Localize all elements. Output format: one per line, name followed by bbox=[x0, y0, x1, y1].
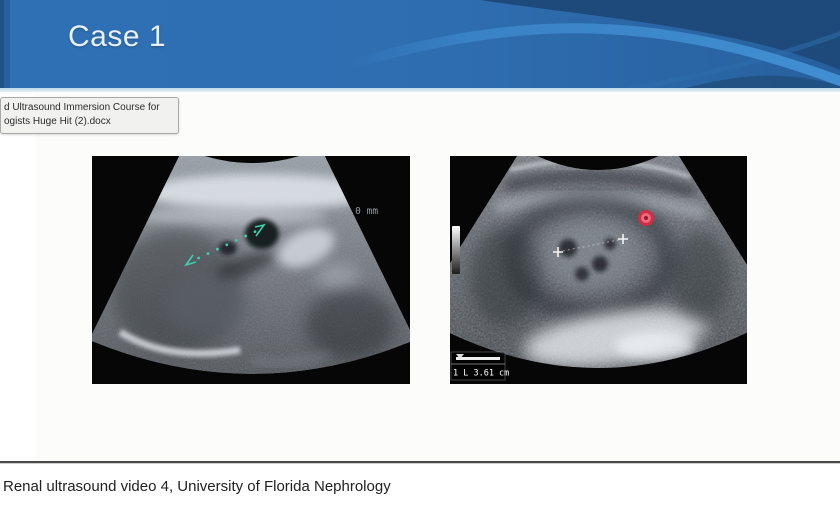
banner-underline bbox=[0, 88, 840, 92]
ultrasound-image-right: 1 L 3.61 cm bbox=[450, 156, 747, 384]
filename-tooltip: d Ultrasound Immersion Course for ogists… bbox=[0, 97, 179, 134]
filename-tooltip-line2: ogists Huge Hit (2).docx bbox=[4, 115, 172, 129]
ultrasound-left-graphic: 45.0 mm bbox=[92, 156, 410, 384]
measurement-label-left: 45.0 mm bbox=[338, 206, 378, 217]
slide-title-banner: Case 1 bbox=[0, 0, 840, 88]
caption-divider-line bbox=[0, 461, 840, 463]
ultrasound-image-left: 45.0 mm bbox=[92, 156, 410, 384]
measurement-widget: 1 L 3.61 cm bbox=[451, 352, 509, 380]
measurement-label-right: 1 L 3.61 cm bbox=[453, 369, 509, 379]
slide-caption: Renal ultrasound video 4, University of … bbox=[3, 478, 391, 495]
scale-bar bbox=[456, 357, 500, 360]
red-marker-dot bbox=[640, 212, 653, 225]
filename-tooltip-line1: d Ultrasound Immersion Course for bbox=[4, 101, 172, 115]
ultrasound-right-graphic: 1 L 3.61 cm bbox=[450, 156, 747, 384]
presentation-slide: Case 1 d Ultrasound Immersion Course for… bbox=[0, 0, 840, 514]
grayscale-reference-bar bbox=[452, 226, 460, 274]
slide-title: Case 1 bbox=[68, 20, 166, 54]
